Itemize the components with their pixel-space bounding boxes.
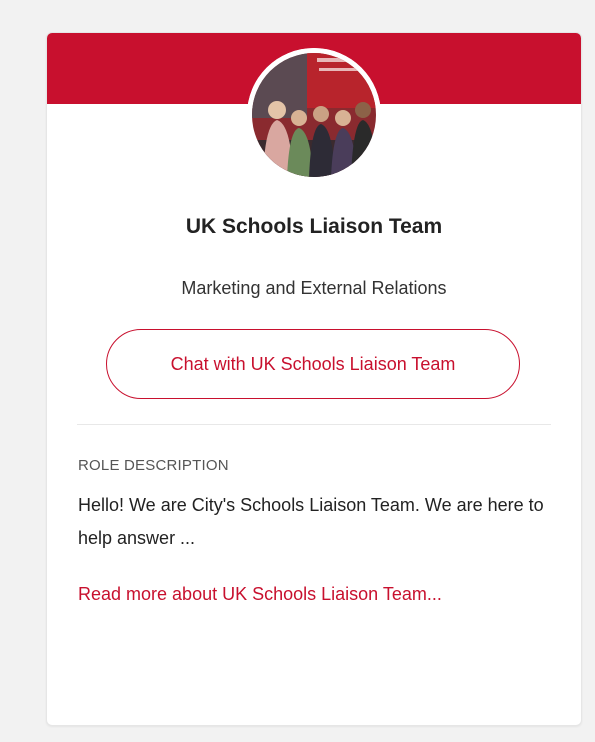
profile-card: UK Schools Liaison Team Marketing and Ex… [46, 32, 582, 726]
department-label: Marketing and External Relations [181, 278, 447, 298]
role-description-text: Hello! We are City's Schools Liaison Tea… [78, 495, 544, 548]
team-photo-icon [247, 48, 381, 182]
team-name: UK Schools Liaison Team [185, 215, 443, 238]
chat-button[interactable]: Chat with UK Schools Liaison Team [106, 329, 520, 399]
role-description-heading: ROLE DESCRIPTION [78, 457, 229, 474]
read-more-link[interactable]: Read more about UK Schools Liaison Team.… [78, 578, 518, 611]
avatar [247, 48, 381, 182]
divider [77, 424, 551, 425]
